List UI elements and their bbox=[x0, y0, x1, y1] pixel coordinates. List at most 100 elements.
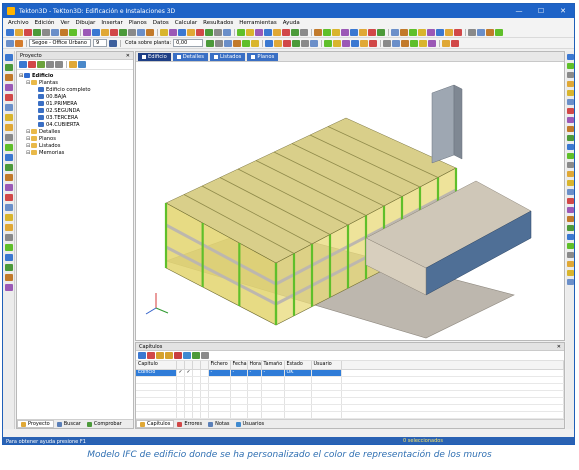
menu-planos[interactable]: Planos bbox=[126, 20, 150, 26]
view-tool-icon[interactable] bbox=[567, 135, 574, 141]
toolbar-tool-icon[interactable] bbox=[418, 28, 426, 36]
toolbar-tool-icon[interactable] bbox=[410, 39, 419, 47]
view-tool-icon[interactable] bbox=[567, 117, 574, 123]
toolbar-tool-icon[interactable] bbox=[224, 39, 233, 47]
import-icon[interactable] bbox=[156, 352, 164, 359]
toolbar-tool-icon[interactable] bbox=[255, 28, 263, 36]
tab-errores[interactable]: Errores bbox=[174, 421, 205, 427]
view-tool-icon[interactable] bbox=[567, 108, 574, 114]
toolbar-tool-icon[interactable] bbox=[436, 28, 444, 36]
side-tool-icon[interactable] bbox=[5, 284, 13, 291]
lock-icon[interactable] bbox=[174, 352, 182, 359]
tab-proyecto[interactable]: Proyecto bbox=[17, 420, 54, 428]
toolbar-tool-icon[interactable] bbox=[137, 28, 145, 36]
toolbar-tool-icon[interactable] bbox=[15, 28, 23, 36]
toolbar-tool-icon[interactable] bbox=[160, 28, 168, 36]
toolbar-tool-icon[interactable] bbox=[282, 28, 290, 36]
side-tool-icon[interactable] bbox=[5, 164, 13, 171]
toolbar-tool-icon[interactable] bbox=[51, 28, 59, 36]
view-tool-icon[interactable] bbox=[567, 171, 574, 177]
menu-edicion[interactable]: Edición bbox=[32, 20, 58, 26]
toolbar-tool-icon[interactable] bbox=[169, 28, 177, 36]
toolbar-tool-icon[interactable] bbox=[178, 28, 186, 36]
side-tool-icon[interactable] bbox=[5, 84, 13, 91]
column-header[interactable]: Fichero bbox=[208, 361, 231, 370]
side-tool-icon[interactable] bbox=[5, 204, 13, 211]
menu-resultados[interactable]: Resultados bbox=[200, 20, 236, 26]
toolbar-tool-icon[interactable] bbox=[477, 28, 485, 36]
toolbar-tool-icon[interactable] bbox=[246, 28, 254, 36]
tree-item[interactable]: 04.CUBIERTA bbox=[19, 121, 133, 128]
tab-usuarios[interactable]: Usuarios bbox=[233, 421, 268, 427]
toolbar-tool-icon[interactable] bbox=[332, 28, 340, 36]
tab-capitulos[interactable]: Capítulos bbox=[136, 420, 175, 428]
toolbar-tool-icon[interactable] bbox=[369, 39, 378, 47]
side-tool-icon[interactable] bbox=[5, 104, 13, 111]
view-tool-icon[interactable] bbox=[567, 99, 574, 105]
toolbar-tool-icon[interactable] bbox=[110, 28, 118, 36]
user-icon[interactable] bbox=[183, 352, 191, 359]
toolbar-tool-icon[interactable] bbox=[24, 28, 32, 36]
toolbar-tool-icon[interactable] bbox=[342, 39, 351, 47]
toolbar-tool-icon[interactable] bbox=[451, 39, 460, 47]
toolbar-tool-icon[interactable] bbox=[273, 28, 281, 36]
toolbar-tool-icon[interactable] bbox=[223, 28, 231, 36]
view-tool-icon[interactable] bbox=[567, 63, 574, 69]
table-row[interactable] bbox=[136, 376, 564, 384]
toolbar-tool-icon[interactable] bbox=[119, 28, 127, 36]
side-tool-icon[interactable] bbox=[5, 64, 13, 71]
toolbar-tool-icon[interactable] bbox=[468, 28, 476, 36]
tree-item[interactable]: ⊟ Memorias bbox=[19, 149, 133, 156]
table-row[interactable] bbox=[136, 404, 564, 412]
menu-insertar[interactable]: Insertar bbox=[98, 20, 125, 26]
tree-item[interactable]: Edificio completo bbox=[19, 86, 133, 93]
minimize-button[interactable]: — bbox=[508, 7, 530, 15]
building-3d-model[interactable] bbox=[136, 63, 564, 340]
tree-item[interactable]: ⊟ Detalles bbox=[19, 128, 133, 135]
tab-buscar[interactable]: Buscar bbox=[54, 421, 84, 427]
toolbar-tool-icon[interactable] bbox=[400, 28, 408, 36]
toolbar-tool-icon[interactable] bbox=[454, 28, 462, 36]
pencil-icon[interactable] bbox=[15, 39, 23, 47]
tab-detalles[interactable]: Detalles bbox=[172, 53, 208, 61]
toolbar-tool-icon[interactable] bbox=[233, 39, 242, 47]
toolbar-tool-icon[interactable] bbox=[486, 28, 494, 36]
column-header[interactable]: Fecha bbox=[230, 361, 248, 370]
toolbar-tool-icon[interactable] bbox=[341, 28, 349, 36]
view-tool-icon[interactable] bbox=[567, 153, 574, 159]
column-header[interactable]: Estado bbox=[284, 361, 312, 370]
toolbar-tool-icon[interactable] bbox=[300, 28, 308, 36]
toolbar-tool-icon[interactable] bbox=[264, 28, 272, 36]
toolbar-tool-icon[interactable] bbox=[206, 39, 215, 47]
view-tool-icon[interactable] bbox=[567, 252, 574, 258]
tab-listados[interactable]: Listados bbox=[209, 53, 246, 61]
toolbar-tool-icon[interactable] bbox=[314, 28, 322, 36]
toolbar-tool-icon[interactable] bbox=[101, 28, 109, 36]
toolbar-tool-icon[interactable] bbox=[391, 28, 399, 36]
view-tool-icon[interactable] bbox=[567, 243, 574, 249]
view-tool-icon[interactable] bbox=[567, 279, 574, 285]
properties-icon[interactable] bbox=[37, 61, 45, 68]
view-tool-icon[interactable] bbox=[567, 270, 574, 276]
toolbar-tool-icon[interactable] bbox=[419, 39, 428, 47]
view-tool-icon[interactable] bbox=[567, 144, 574, 150]
tree-item[interactable]: ⊟ Edificio bbox=[19, 72, 133, 79]
table-row[interactable] bbox=[136, 390, 564, 398]
toolbar-tool-icon[interactable] bbox=[392, 39, 401, 47]
side-tool-icon[interactable] bbox=[5, 264, 13, 271]
side-tool-icon[interactable] bbox=[5, 154, 13, 161]
column-header[interactable] bbox=[192, 361, 201, 370]
add-chapter-icon[interactable] bbox=[138, 352, 146, 359]
side-tool-icon[interactable] bbox=[5, 94, 13, 101]
refresh-icon[interactable] bbox=[78, 61, 86, 68]
tab-planos[interactable]: Planos bbox=[247, 53, 279, 61]
view-tool-icon[interactable] bbox=[567, 207, 574, 213]
view-tool-icon[interactable] bbox=[567, 126, 574, 132]
tab-notas[interactable]: Notas bbox=[205, 421, 232, 427]
tree-item[interactable]: ⊟ Listados bbox=[19, 142, 133, 149]
toolbar-tool-icon[interactable] bbox=[301, 39, 310, 47]
view-tool-icon[interactable] bbox=[567, 90, 574, 96]
toolbar-tool-icon[interactable] bbox=[205, 28, 213, 36]
toolbar-tool-icon[interactable] bbox=[291, 28, 299, 36]
side-tool-icon[interactable] bbox=[5, 234, 13, 241]
